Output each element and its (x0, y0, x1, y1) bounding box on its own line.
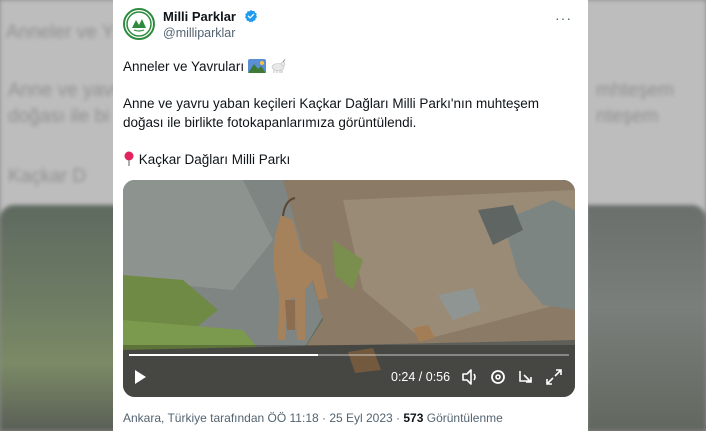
avatar[interactable] (123, 8, 155, 40)
video-progress-bar[interactable] (129, 354, 569, 356)
video-time-display: 0:24 / 0:56 (391, 370, 451, 384)
background-text: Kaçkar D (8, 166, 87, 187)
background-text: doğası ile bi (8, 106, 110, 127)
settings-gear-icon[interactable] (489, 368, 507, 386)
account-name[interactable]: Milli Parklar (163, 9, 236, 24)
fullscreen-icon[interactable] (545, 368, 563, 386)
background-text: Anne ve yavr (8, 80, 119, 101)
video-controls: 0:24 / 0:56 (123, 366, 575, 390)
goat-emoji-icon (271, 59, 285, 73)
background-text: Anneler ve Y (6, 22, 115, 43)
background-text: nteşem (596, 106, 659, 127)
location-text: Kaçkar Dağları Milli Parkı (138, 152, 291, 167)
views-count: 573 (403, 411, 424, 425)
picture-in-picture-icon[interactable] (517, 368, 535, 386)
tweet-header: Milli Parklar @milliparklar ··· (123, 8, 578, 42)
tweet-text-line: Anne ve yavru yaban keçileri Kaçkar Dağl… (123, 96, 540, 111)
tweet-location-time: Ankara, Türkiye tarafından ÖÖ 11:18 · 25… (123, 411, 404, 425)
video-progress-fill (129, 354, 319, 356)
video-player[interactable]: 0:24 / 0:56 (123, 180, 575, 397)
video-frame (123, 180, 575, 397)
tweet-meta: Ankara, Türkiye tarafından ÖÖ 11:18 · 25… (123, 411, 503, 425)
verified-badge-icon (244, 9, 258, 23)
landscape-emoji-icon (247, 59, 266, 73)
background-video-left (0, 205, 120, 431)
tweet-text-line: doğası ile birlikte fotokapanlarımıza gö… (123, 115, 417, 130)
views-label: Görüntülenme (423, 411, 503, 425)
tweet-title-text: Anneler ve Yavruları (123, 59, 245, 74)
milli-parklar-logo-icon (126, 11, 152, 37)
tweet-card: Milli Parklar @milliparklar ··· Anneler … (113, 0, 588, 431)
tweet-location-line: Kaçkar Dağları Milli Parkı (123, 150, 290, 169)
account-handle[interactable]: @milliparklar (163, 26, 235, 40)
volume-icon[interactable] (461, 368, 479, 386)
location-pin-icon (124, 151, 134, 166)
tweet-text-line: Anneler ve Yavruları (123, 57, 286, 76)
play-icon[interactable] (131, 368, 149, 386)
background-video-right (586, 205, 706, 431)
more-options-icon[interactable]: ··· (555, 10, 572, 26)
background-text: mhteşem (596, 80, 675, 101)
